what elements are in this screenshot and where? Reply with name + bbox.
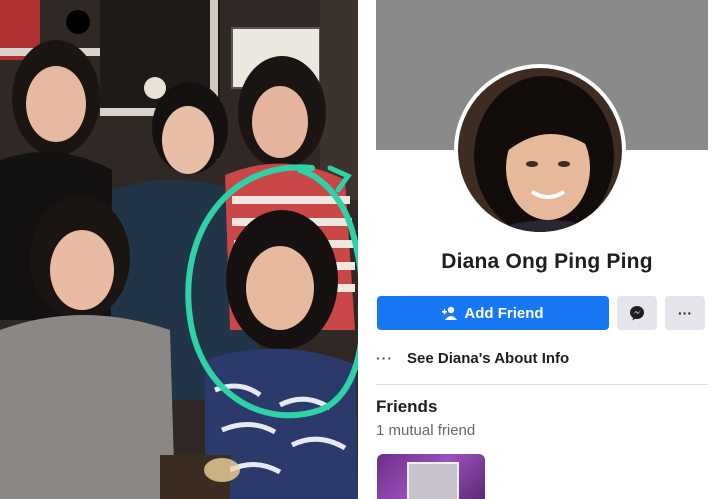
mutual-friend-thumbnail[interactable] [377,454,485,499]
profile-avatar[interactable] [454,64,626,236]
add-friend-label: Add Friend [464,304,544,322]
profile-name: Diana Ong Ping Ping [441,250,653,273]
see-about-info-link[interactable]: ··· See Diana's About Info [376,347,569,369]
more-icon: ··· [678,305,692,321]
friends-heading[interactable]: Friends [376,397,437,417]
message-button[interactable] [617,296,657,330]
section-divider [376,384,708,385]
more-options-button[interactable]: ··· [665,296,705,330]
mutual-friends-count[interactable]: 1 mutual friend [376,422,475,439]
about-info-label: See Diana's About Info [407,349,570,367]
person-add-icon [442,306,458,320]
add-friend-button[interactable]: Add Friend [377,296,609,330]
group-photo-illustration [0,0,358,499]
panel-divider [358,0,374,499]
thumbnail-building-image [407,462,459,499]
group-photo [0,0,358,499]
messenger-icon [630,306,644,321]
avatar-picture [458,68,622,232]
profile-panel: Diana Ong Ping Ping Add Friend ··· ··· S… [374,0,720,499]
ellipsis-icon: ··· [376,350,393,366]
